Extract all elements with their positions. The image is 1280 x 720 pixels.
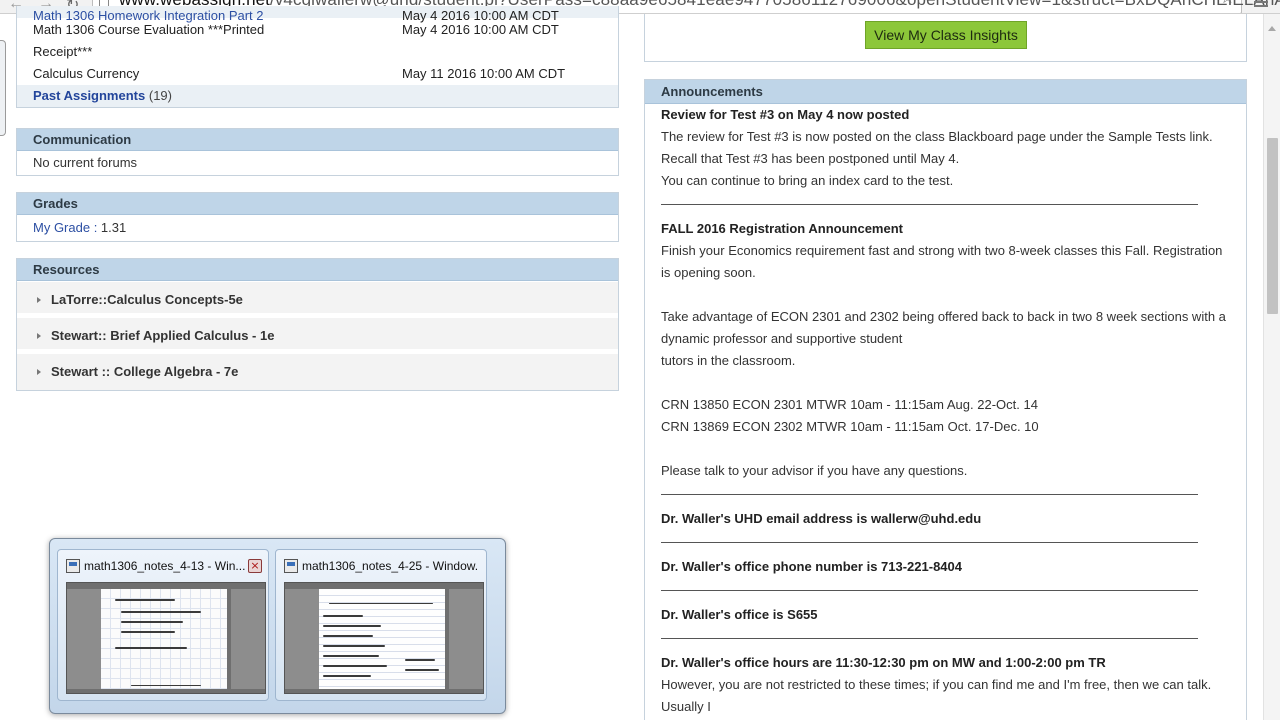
announcements-body: Dr. Waller's office is S655 <box>645 604 1246 626</box>
resources-list: LaTorre::Calculus Concepts-5e Stewart:: … <box>17 281 618 390</box>
resource-title: Stewart :: College Algebra - 7e <box>51 364 239 379</box>
announcements-body: Dr. Waller's office phone number is 713-… <box>645 556 1246 578</box>
announcements-box: Announcements Review for Test #3 on May … <box>644 79 1247 720</box>
announcement-text: The review for Test #3 is now posted on … <box>661 129 1213 144</box>
assignment-name[interactable]: Math 1306 Course Evaluation ***Printed Re… <box>33 19 393 63</box>
preview-margin <box>449 589 483 689</box>
notes-page-preview <box>101 589 227 689</box>
vertical-scrollbar[interactable] <box>1263 14 1280 720</box>
assignment-name-line1: Math 1306 Course Evaluation ***Printed <box>33 22 265 37</box>
my-grade-link[interactable]: My Grade <box>33 220 90 235</box>
announcement-title: Review for Test #3 on May 4 now posted <box>661 107 910 122</box>
resource-title: LaTorre::Calculus Concepts-5e <box>51 292 243 307</box>
announcement-divider <box>661 590 1198 591</box>
grades-body: My Grade : 1.31 <box>17 215 618 241</box>
assignments-panel: Math 1306 Homework Integration Part 2 Ma… <box>16 6 619 108</box>
assignment-due-date: May 4 2016 10:00 AM CDT <box>402 8 559 23</box>
assignment-row[interactable]: Math 1306 Homework Integration Part 2 Ma… <box>17 6 618 23</box>
announcement-text: Please talk to your advisor if you have … <box>661 463 968 478</box>
announcement-text: Take advantage of ECON 2301 and 2302 bei… <box>661 309 1226 324</box>
resource-title: Stewart:: Brief Applied Calculus - 1e <box>51 328 275 343</box>
expand-triangle-icon[interactable] <box>37 369 41 375</box>
window-preview-image[interactable] <box>66 582 266 694</box>
announcement-title: Dr. Waller's office phone number is 713-… <box>661 559 962 574</box>
left-column: Math 1306 Homework Integration Part 2 Ma… <box>16 6 619 391</box>
resources-box: Resources LaTorre::Calculus Concepts-5e … <box>16 258 619 391</box>
grades-box: Grades My Grade : 1.31 <box>16 192 619 242</box>
app-window-icon <box>66 559 80 573</box>
announcement-title: Dr. Waller's office hours are 11:30-12:3… <box>661 655 1106 670</box>
past-assignments-row: Past Assignments (19) <box>17 85 618 107</box>
preview-margin <box>67 589 101 689</box>
resources-header: Resources <box>17 259 618 281</box>
window-thumbnail-title[interactable]: math1306_notes_4-25 - Window... <box>302 559 478 573</box>
announcements-body: FALL 2016 Registration Announcement Fini… <box>645 218 1246 482</box>
resource-item[interactable]: LaTorre::Calculus Concepts-5e <box>17 282 618 318</box>
grade-value: 1.31 <box>100 220 127 235</box>
announcement-divider <box>661 494 1198 495</box>
announcement-divider <box>661 638 1198 639</box>
app-window-icon <box>284 559 298 573</box>
assignment-name[interactable]: Calculus Currency <box>33 63 393 85</box>
window-thumbnail[interactable]: math1306_notes_4-13 - Win... × <box>57 549 269 701</box>
resource-item[interactable]: Stewart :: College Algebra - 7e <box>17 354 618 390</box>
assignment-row[interactable]: Math 1306 Course Evaluation ***Printed Re… <box>17 18 618 63</box>
grade-separator: : <box>90 220 101 235</box>
announcement-text: However, you are not restricted to these… <box>661 677 1212 692</box>
announcement-text: is opening soon. <box>661 265 756 280</box>
scrollbar-thumb[interactable] <box>1267 138 1278 314</box>
scroll-up-arrow-icon[interactable] <box>1268 26 1276 31</box>
announcement-title: Dr. Waller's office is S655 <box>661 607 818 622</box>
insights-box: View My Class Insights <box>644 14 1247 62</box>
window-thumbnail[interactable]: math1306_notes_4-25 - Window... <box>275 549 487 701</box>
announcement-title: FALL 2016 Registration Announcement <box>661 221 903 236</box>
announcement-text: CRN 13850 ECON 2301 MTWR 10am - 11:15am … <box>661 397 1038 412</box>
announcement-divider <box>661 542 1198 543</box>
view-class-insights-button[interactable]: View My Class Insights <box>865 21 1027 49</box>
expand-triangle-icon[interactable] <box>37 297 41 303</box>
assignment-due-date: May 4 2016 10:00 AM CDT <box>402 22 559 37</box>
bookmark-star-icon[interactable]: ☆ <box>1220 0 1235 8</box>
expand-triangle-icon[interactable] <box>37 333 41 339</box>
announcement-text: Recall that Test #3 has been postponed u… <box>661 151 960 166</box>
announcement-title: Dr. Waller's UHD email address is waller… <box>661 511 982 526</box>
announcements-body: Review for Test #3 on May 4 now posted T… <box>645 104 1246 192</box>
window-preview-image[interactable] <box>284 582 484 694</box>
preview-margin <box>231 589 265 689</box>
announcement-divider <box>661 204 1198 205</box>
communication-text: No current forums <box>33 155 138 170</box>
announcement-text: CRN 13869 ECON 2302 MTWR 10am - 11:15am … <box>661 419 1039 434</box>
browser-menu-icon[interactable] <box>1254 0 1270 9</box>
announcement-text: Finish your Economics requirement fast a… <box>661 243 1223 258</box>
side-tab-handle[interactable] <box>0 40 6 136</box>
past-assignments-link[interactable]: Past Assignments <box>33 88 145 103</box>
communication-box: Communication No current forums <box>16 128 619 176</box>
resource-item[interactable]: Stewart:: Brief Applied Calculus - 1e <box>17 318 618 354</box>
notes-page-preview <box>319 589 445 689</box>
announcements-body: Dr. Waller's UHD email address is waller… <box>645 508 1246 530</box>
preview-margin <box>285 589 319 689</box>
announcement-text: You can continue to bring an index card … <box>661 173 954 188</box>
past-assignments-count: (19) <box>148 88 172 103</box>
announcements-header: Announcements <box>645 80 1246 104</box>
grades-header: Grades <box>17 193 618 215</box>
assignment-due-date: May 11 2016 10:00 AM CDT <box>402 66 566 81</box>
taskbar-thumbnail-popup: math1306_notes_4-13 - Win... × math1306_… <box>49 538 506 714</box>
close-icon[interactable]: × <box>248 559 262 573</box>
announcements-body: Dr. Waller's office hours are 11:30-12:3… <box>645 652 1246 718</box>
assignment-name-link[interactable]: Math 1306 Homework Integration Part 2 <box>33 6 393 23</box>
assignment-name-line2: Receipt*** <box>33 44 93 59</box>
window-thumbnail-title[interactable]: math1306_notes_4-13 - Win... <box>84 559 250 573</box>
announcement-text: tutors in the classroom. <box>661 353 796 368</box>
communication-header: Communication <box>17 129 618 151</box>
assignment-row[interactable]: Calculus Currency May 11 2016 10:00 AM C… <box>17 63 618 85</box>
announcement-text: Usually I <box>661 699 711 714</box>
announcement-text: dynamic professor and supportive student <box>661 331 903 346</box>
